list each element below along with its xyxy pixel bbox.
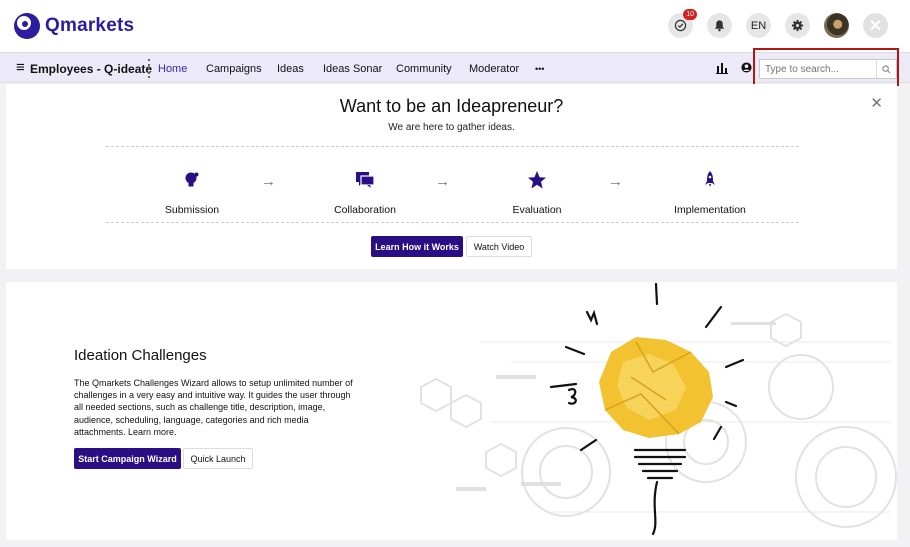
notification-count-badge: 10	[683, 9, 697, 20]
bar-chart-icon[interactable]	[716, 62, 728, 77]
step-label: Implementation	[674, 204, 746, 216]
nav-item-ideas[interactable]: Ideas	[277, 63, 304, 75]
step-label: Submission	[164, 204, 220, 216]
nav-item-moderator[interactable]: Moderator	[469, 63, 519, 75]
step-evaluation: Evaluation	[477, 170, 597, 216]
step-label: Evaluation	[512, 204, 562, 216]
intro-banner: ✕ Want to be an Ideapreneur? We are here…	[6, 84, 897, 269]
qmarkets-logo[interactable]: Qmarkets	[13, 12, 134, 40]
step-implementation: Implementation	[650, 170, 770, 216]
hamburger-menu-icon[interactable]: ≡	[16, 60, 25, 75]
divider	[106, 146, 799, 147]
divider	[106, 222, 799, 223]
nav-item-home[interactable]: Home	[158, 63, 187, 75]
watch-video-button[interactable]: Watch Video	[466, 236, 532, 257]
gear-icon	[791, 19, 804, 32]
logo-text: Qmarkets	[45, 15, 135, 36]
logo-icon	[14, 13, 40, 39]
nav-item-community[interactable]: Community	[396, 63, 452, 75]
community-name[interactable]: Employees - Q-ideate	[30, 62, 152, 76]
ideation-challenges-card: Ideation Challenges The Qmarkets Challen…	[6, 282, 897, 540]
arrow-right-icon: →	[261, 173, 276, 190]
banner-title: Want to be an Ideapreneur?	[339, 96, 564, 116]
top-header: Qmarkets 10 EN ✕	[0, 0, 910, 52]
learn-how-it-works-button[interactable]: Learn How it Works	[371, 236, 463, 257]
bell-icon	[714, 20, 725, 32]
clock-check-icon	[674, 19, 687, 32]
notifications-button[interactable]	[707, 13, 732, 38]
crumpled-paper-lightbulb-illustration	[420, 282, 897, 536]
search-button[interactable]	[876, 60, 896, 78]
nav-item-ideas-sonar[interactable]: Ideas Sonar	[323, 63, 382, 75]
banner-subtitle: We are here to gather ideas.	[388, 122, 515, 133]
nav-item-campaigns[interactable]: Campaigns	[206, 63, 262, 75]
language-button[interactable]: EN	[746, 13, 771, 38]
star-icon	[528, 171, 546, 189]
arrow-right-icon: →	[608, 173, 623, 190]
step-label: Collaboration	[334, 204, 396, 216]
step-collaboration: Collaboration	[305, 170, 425, 216]
start-campaign-wizard-button[interactable]: Start Campaign Wizard	[74, 448, 181, 469]
user-circle-icon[interactable]	[741, 62, 752, 76]
step-submission: Submission	[132, 170, 252, 216]
challenges-description: The Qmarkets Challenges Wizard allows to…	[74, 378, 353, 437]
search-input[interactable]	[760, 60, 876, 78]
challenges-title: Ideation Challenges	[74, 347, 207, 364]
chat-bubbles-icon	[356, 172, 375, 188]
lightbulb-icon	[185, 172, 199, 187]
close-icon[interactable]: ✕	[863, 13, 888, 38]
rocket-icon	[705, 171, 715, 187]
search-box	[759, 59, 897, 79]
nav-more-menu[interactable]: •••	[535, 64, 544, 74]
nav-divider	[148, 59, 150, 78]
quick-launch-button[interactable]: Quick Launch	[183, 448, 253, 469]
search-icon	[882, 64, 891, 73]
user-avatar[interactable]	[824, 13, 849, 38]
settings-button[interactable]	[785, 13, 810, 38]
activity-button[interactable]: 10	[668, 9, 697, 38]
arrow-right-icon: →	[435, 173, 450, 190]
main-nav: ≡ Employees - Q-ideate Home Campaigns Id…	[0, 52, 910, 83]
